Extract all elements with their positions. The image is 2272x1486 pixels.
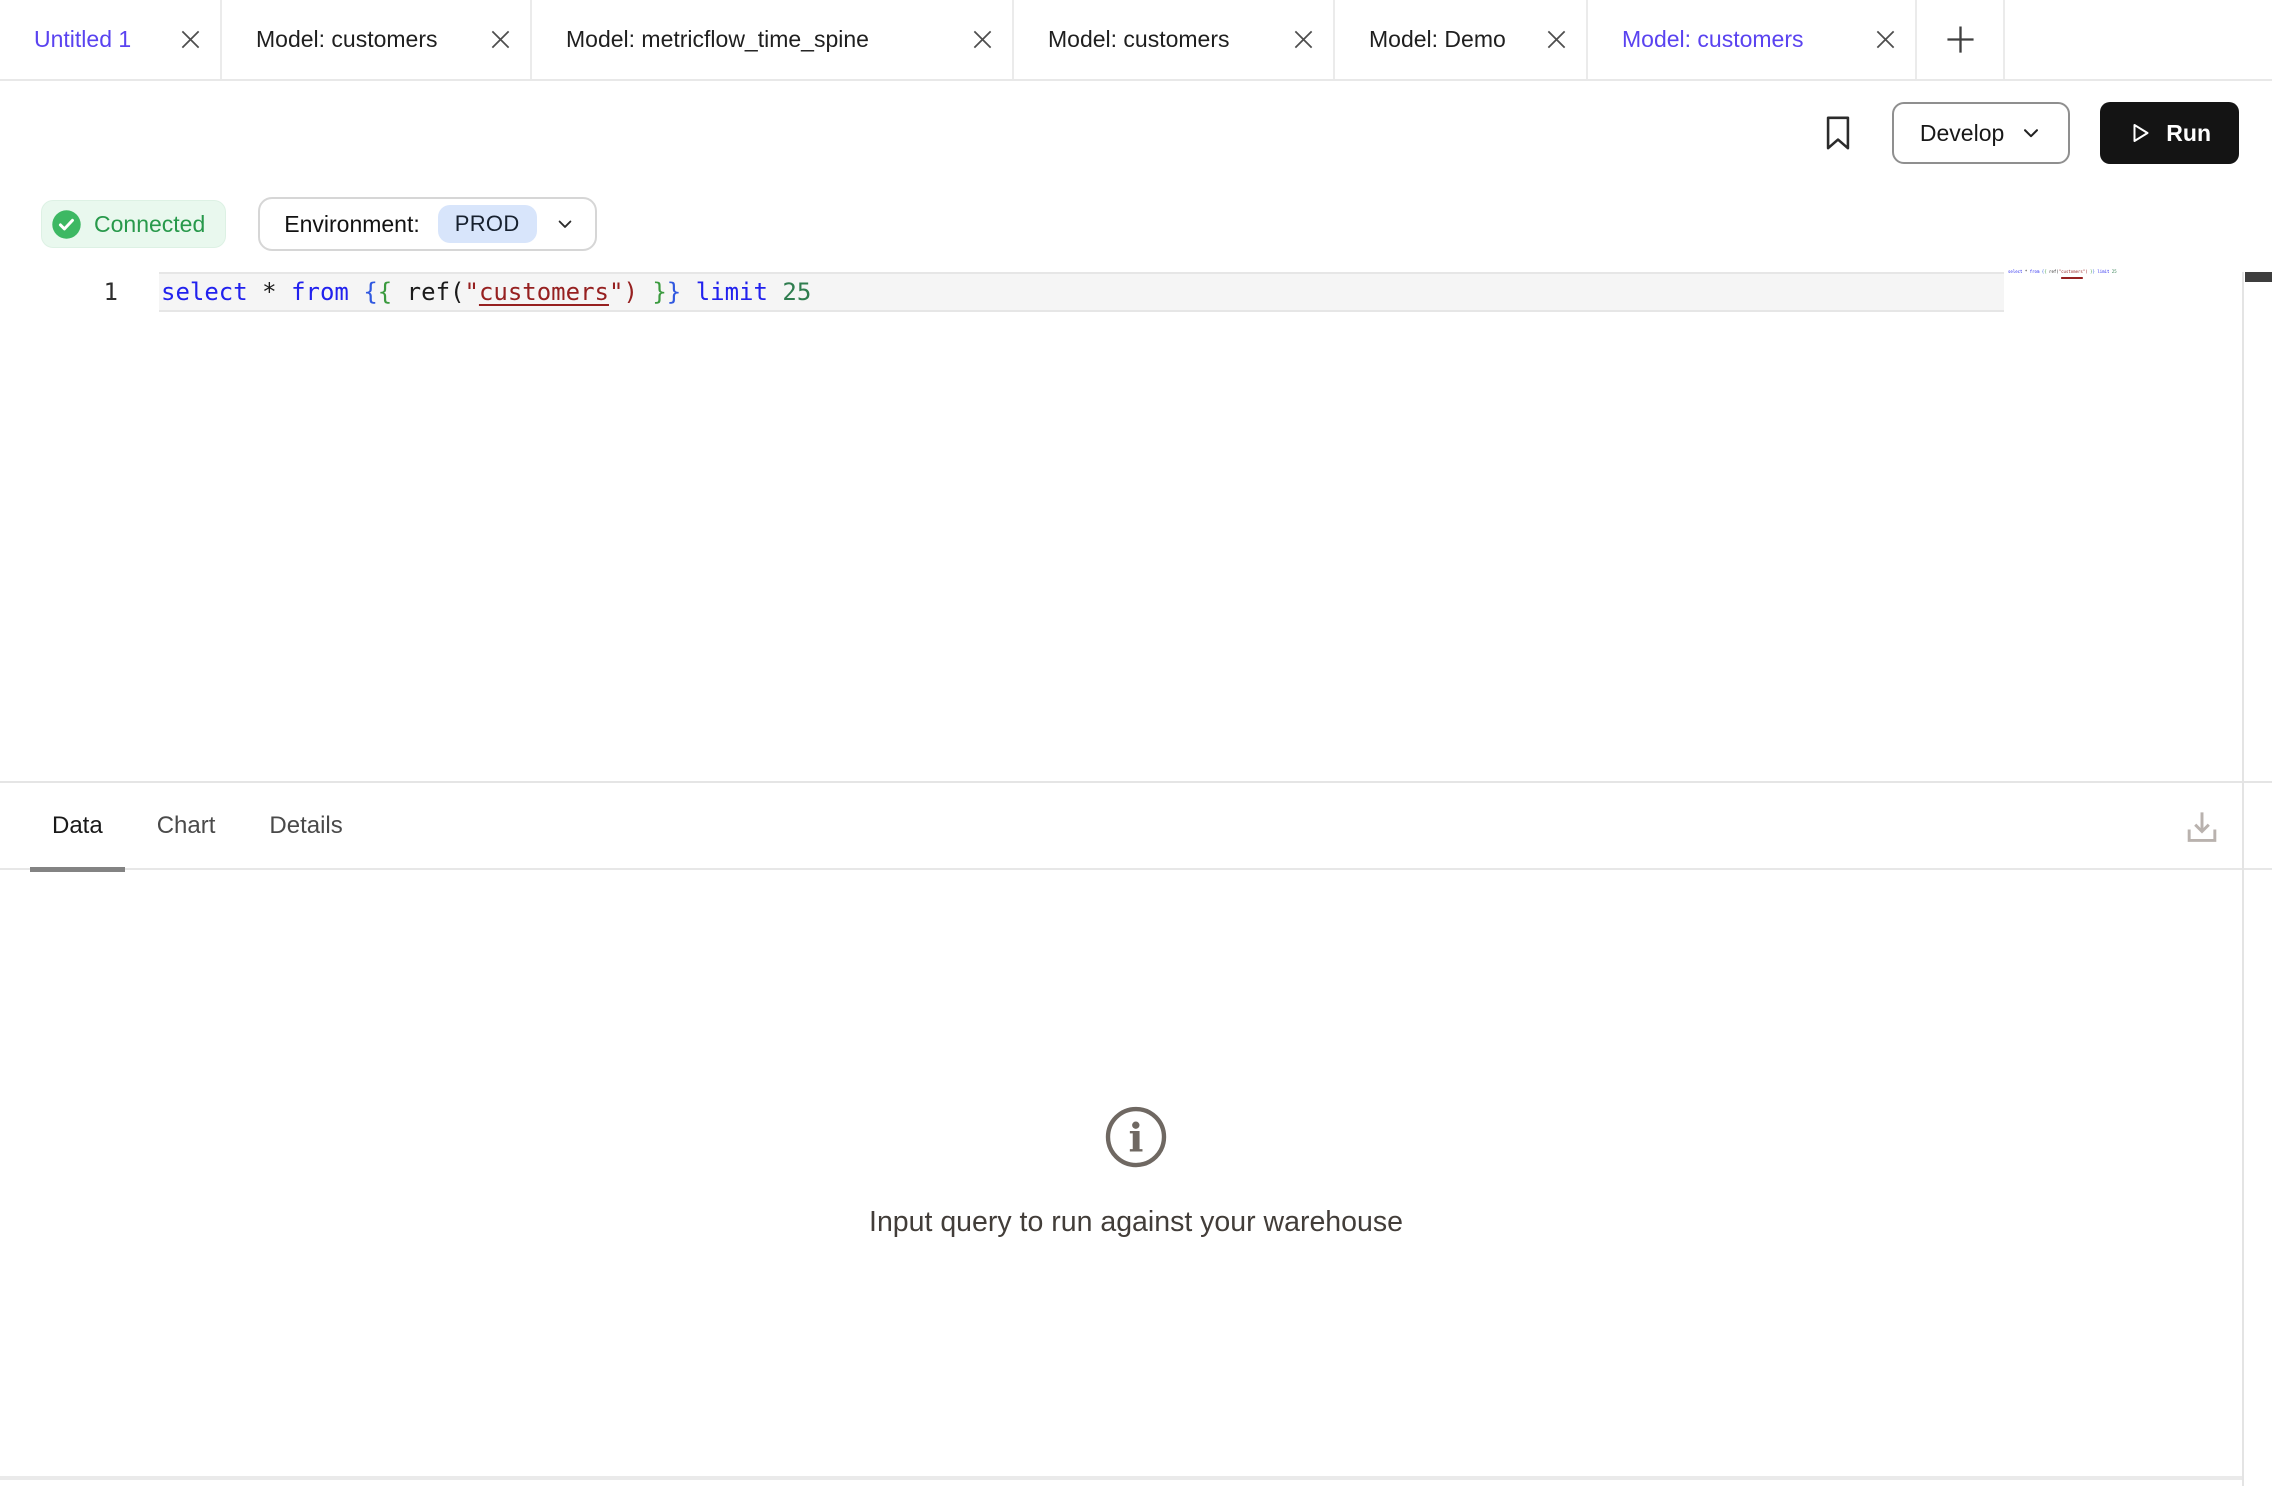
code-token: }	[667, 278, 681, 306]
editor-tab[interactable]: Model: customers	[1014, 0, 1335, 79]
code-token: select	[161, 278, 248, 306]
code-token: "	[464, 278, 478, 306]
develop-button-label: Develop	[1920, 120, 2004, 147]
close-icon[interactable]	[491, 30, 510, 49]
editor-tab[interactable]: Untitled 1	[0, 0, 222, 79]
editor-tab[interactable]: Model: Demo	[1335, 0, 1588, 79]
results-tab[interactable]: Data	[52, 783, 103, 868]
code-token: customers	[2061, 269, 2083, 274]
code-token: }	[652, 278, 666, 306]
code-token: *	[262, 278, 276, 306]
editor-tab[interactable]: Model: metricflow_time_spine	[532, 0, 1014, 79]
plus-icon	[1944, 23, 1977, 56]
code-line[interactable]: select * from {{ ref("customers") }} lim…	[161, 272, 811, 312]
play-icon	[2128, 121, 2152, 145]
develop-button[interactable]: Develop	[1892, 102, 2070, 164]
code-token: ref	[407, 278, 450, 306]
results-tab-label: Chart	[157, 812, 216, 840]
editor-tab[interactable]: Model: customers	[1588, 0, 1917, 79]
close-icon[interactable]	[181, 30, 200, 49]
results-tab-bar: Data Chart Details	[0, 781, 2272, 870]
close-icon[interactable]	[973, 30, 992, 49]
bottom-divider	[0, 1476, 2242, 1480]
code-token: from	[2030, 269, 2040, 274]
code-token	[277, 278, 291, 306]
code-token: (	[450, 278, 464, 306]
code-token: )	[623, 278, 637, 306]
line-number: 1	[88, 272, 118, 312]
code-token: select	[2008, 269, 2022, 274]
connected-label: Connected	[94, 211, 205, 238]
scrollbar-track	[2242, 272, 2244, 1486]
download-icon[interactable]	[2180, 806, 2224, 850]
code-token	[638, 278, 652, 306]
info-circle-icon: i	[1101, 1102, 1171, 1177]
results-tab-label: Details	[269, 812, 342, 840]
check-circle-icon	[51, 209, 82, 240]
chevron-down-icon	[2020, 122, 2042, 144]
code-token: customers	[479, 278, 609, 306]
tab-label: Model: customers	[1048, 26, 1230, 53]
editor-tab[interactable]: Model: customers	[222, 0, 532, 79]
connected-status-badge: Connected	[41, 200, 226, 248]
add-tab-button[interactable]	[1917, 0, 2005, 79]
results-tab[interactable]: Chart	[157, 783, 216, 868]
chevron-down-icon	[555, 214, 575, 234]
code-token: limit	[2097, 269, 2109, 274]
toolbar: Develop Run	[0, 81, 2272, 185]
code-token	[768, 278, 782, 306]
code-token	[681, 278, 695, 306]
close-icon[interactable]	[1547, 30, 1566, 49]
close-icon[interactable]	[1876, 30, 1895, 49]
code-token	[248, 278, 262, 306]
code-token	[392, 278, 406, 306]
tab-label: Model: Demo	[1369, 26, 1506, 53]
code-token: "	[609, 278, 623, 306]
results-tab-label: Data	[52, 812, 103, 840]
run-button[interactable]: Run	[2100, 102, 2239, 164]
run-button-label: Run	[2166, 120, 2211, 147]
results-tab[interactable]: Details	[269, 783, 342, 868]
tab-label: Model: customers	[1622, 26, 1804, 53]
code-token: 25	[2112, 269, 2117, 274]
active-tab-underline	[30, 867, 125, 872]
sql-editor[interactable]: 1 select * from {{ ref("customers") }} l…	[0, 251, 2272, 781]
bookmark-icon[interactable]	[1824, 115, 1852, 151]
code-token: limit	[696, 278, 768, 306]
tab-bar: Untitled 1 Model: customers Model: metri…	[0, 0, 2272, 81]
code-token: {	[378, 278, 392, 306]
svg-text:i: i	[1129, 1115, 1144, 1161]
scrollbar-thumb[interactable]	[2245, 272, 2272, 282]
status-row: Connected Environment: PROD	[41, 197, 597, 251]
empty-state-message: Input query to run against your warehous…	[0, 1206, 2272, 1239]
code-token	[349, 278, 363, 306]
tab-label: Untitled 1	[34, 26, 131, 53]
minimap: select * from {{ ref("customers") }} lim…	[2008, 267, 2117, 276]
environment-value-pill: PROD	[438, 205, 537, 243]
tab-label: Model: customers	[256, 26, 438, 53]
code-token: {	[363, 278, 377, 306]
code-token: 25	[782, 278, 811, 306]
code-token: from	[291, 278, 349, 306]
environment-label: Environment:	[284, 211, 420, 238]
close-icon[interactable]	[1294, 30, 1313, 49]
tab-label: Model: metricflow_time_spine	[566, 26, 869, 53]
environment-selector[interactable]: Environment: PROD	[258, 197, 596, 251]
